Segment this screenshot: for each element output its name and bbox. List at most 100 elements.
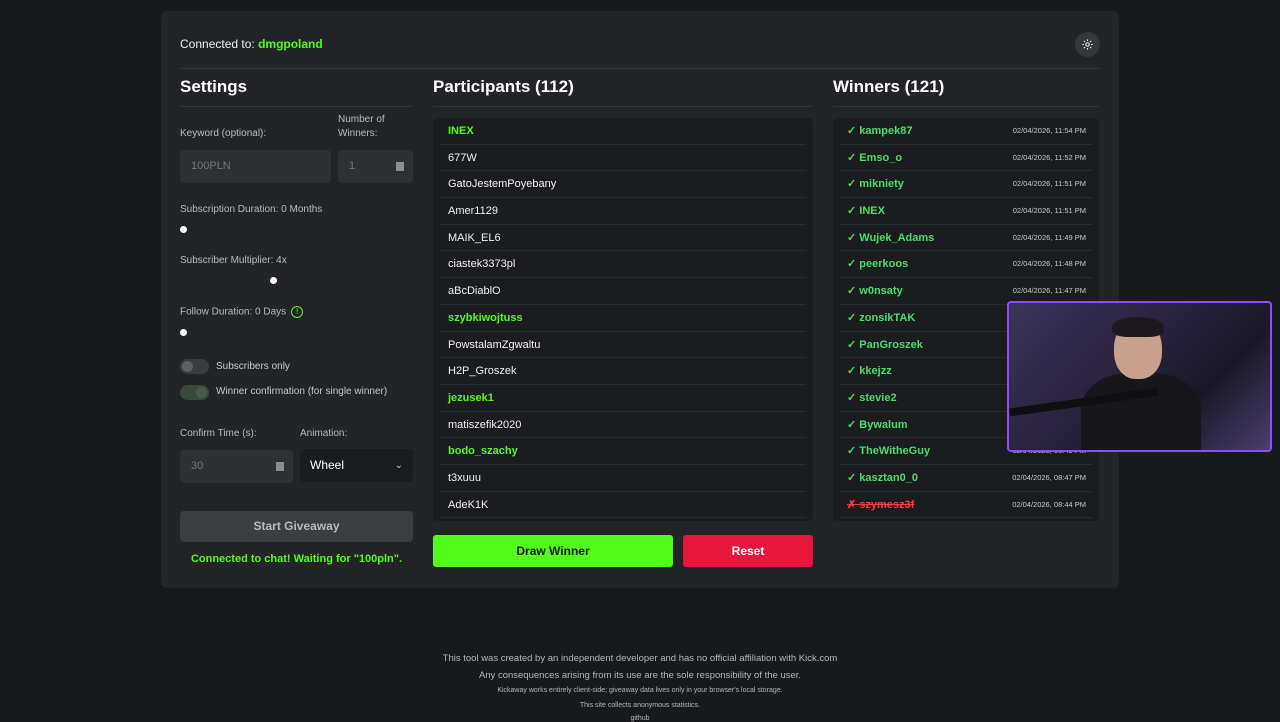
- subscribers-only-label: Subscribers only: [216, 361, 290, 372]
- channel-name: dmgpoland: [258, 37, 323, 51]
- info-icon[interactable]: !: [291, 306, 304, 318]
- winner-row: ✓ INEX 02/04/2026, 11:51 PM: [840, 198, 1092, 225]
- keyword-input[interactable]: 100PLN: [180, 150, 331, 183]
- participants-list[interactable]: INEX 677W GatoJestemPoyebany Amer1129 MAIK_E…: [433, 118, 813, 521]
- animation-label: Animation:: [300, 428, 348, 439]
- participant-row: Amer1129: [440, 198, 806, 225]
- winner-name: ✓ Emso_o: [847, 152, 902, 164]
- winner-username: kasztan0_0: [859, 471, 918, 484]
- winner-row: ✓ kampek87 02/04/2026, 11:54 PM: [840, 118, 1092, 145]
- confirm-time-placeholder: 30: [191, 460, 204, 472]
- winner-username: szymesz3f: [859, 498, 915, 511]
- settings-title: Settings: [180, 77, 413, 107]
- winner-username: Bywalum: [859, 418, 908, 431]
- check-icon: ✓: [847, 258, 857, 271]
- check-icon: ✓: [847, 365, 857, 378]
- winner-confirmation-toggle[interactable]: [180, 385, 209, 400]
- animation-select[interactable]: Wheel ⌄: [300, 449, 413, 482]
- winner-username: TheWitheGuy: [859, 445, 931, 458]
- winners-count-label-line1: Number of: [338, 114, 385, 125]
- footer-storage-note: Kickaway works entirely client-side; giv…: [497, 687, 783, 694]
- top-bar: Connected to: dmgpoland: [180, 11, 1100, 69]
- follow-duration-slider[interactable]: [180, 329, 187, 336]
- winner-name: ✓ kkejzz: [847, 365, 892, 377]
- streamer-body: [1081, 373, 1201, 450]
- winners-title: Winners (121): [833, 77, 1099, 107]
- winner-username: peerkoos: [859, 258, 909, 271]
- winner-username: Emso_o: [859, 151, 903, 164]
- winner-timestamp: 02/04/2026, 11:54 PM: [1012, 126, 1086, 135]
- winner-name: ✓ Bywalum: [847, 419, 908, 431]
- winner-username: PanGroszek: [859, 338, 923, 351]
- sub-duration-slider[interactable]: [180, 226, 187, 233]
- check-icon: ✓: [847, 471, 857, 484]
- check-icon: ✓: [847, 311, 857, 324]
- github-link[interactable]: github: [0, 715, 1280, 722]
- winner-name: ✓ kampek87: [847, 125, 913, 137]
- participant-row: szybkiwojtuss: [440, 305, 806, 332]
- participant-row: PowstalamZgwaltu: [440, 332, 806, 359]
- participant-row: ciastek3373pl: [440, 251, 806, 279]
- spinner-icon[interactable]: [276, 462, 284, 471]
- connection-status: Connected to: dmgpoland: [180, 37, 323, 51]
- winner-timestamp: 02/04/2026, 08:47 PM: [1012, 472, 1086, 482]
- participant-row: H2P_Groszek: [440, 358, 806, 385]
- participant-row: aBcDiablO: [440, 278, 806, 305]
- chat-status-text: Connected to chat! Waiting for "100pln".: [190, 553, 403, 565]
- winner-name: ✓ w0nsaty: [847, 285, 903, 297]
- participants-title: Participants (112): [433, 77, 813, 107]
- toggle-knob: [196, 387, 207, 398]
- winners-count-input[interactable]: 1: [338, 150, 413, 183]
- winner-timestamp: 02/04/2026, 11:52 PM: [1012, 152, 1086, 162]
- winner-username: w0nsaty: [859, 285, 903, 298]
- winner-timestamp: 02/04/2026, 11:48 PM: [1012, 259, 1086, 269]
- footer-stats-note: This site collects anonymous statistics.: [579, 702, 701, 709]
- follow-duration-label: Follow Duration: 0 Days: [180, 306, 287, 318]
- winner-confirmation-label: Winner confirmation (for single winner): [216, 386, 388, 397]
- winner-row: ✗ szymesz3f 02/04/2026, 08:44 PM: [840, 492, 1092, 519]
- multiplier-slider[interactable]: [270, 277, 278, 284]
- check-icon: ✓: [847, 205, 857, 218]
- winner-name: ✓ peerkoos: [847, 258, 908, 270]
- participant-row: AdeK1K: [440, 492, 806, 519]
- participants-section: Participants (112): [433, 77, 813, 107]
- winner-name: ✓ mikniety: [847, 178, 904, 190]
- participant-row: t3xuuu: [440, 465, 806, 492]
- footer-disclaimer: This tool was created by an independent …: [442, 653, 838, 664]
- draw-winner-button[interactable]: Draw Winner: [433, 535, 673, 567]
- reset-button[interactable]: Reset: [683, 535, 813, 567]
- winners-count-value: 1: [349, 160, 356, 172]
- settings-button[interactable]: [1075, 32, 1100, 57]
- winners-count-label-line2: Winners:: [338, 128, 378, 139]
- check-icon: ✓: [847, 445, 857, 458]
- winner-name: ✓ Wujek_Adams: [847, 232, 934, 244]
- participant-row: GatoJestemPoyebany: [440, 171, 806, 199]
- participant-row: INEX: [440, 118, 806, 145]
- winner-name: ✓ TheWitheGuy: [847, 445, 930, 457]
- winner-row: ✓ kasztan0_0 02/04/2026, 08:47 PM: [840, 465, 1092, 492]
- winner-username: stevie2: [859, 391, 897, 404]
- winner-username: kkejzz: [859, 365, 892, 378]
- footer-responsibility: Any consequences arising from its use ar…: [478, 670, 802, 681]
- start-giveaway-button[interactable]: Start Giveaway: [180, 511, 413, 542]
- cross-icon: ✗: [847, 498, 857, 511]
- confirm-time-input[interactable]: 30: [180, 450, 293, 483]
- winner-name: ✓ kasztan0_0: [847, 472, 918, 484]
- subscribers-only-toggle[interactable]: [180, 359, 209, 374]
- winner-username: zonsikTAK: [859, 311, 916, 324]
- winner-username: kampek87: [859, 125, 913, 137]
- confirm-time-label: Confirm Time (s):: [180, 428, 257, 439]
- participant-row: 677W: [440, 145, 806, 172]
- winner-name: ✓ zonsikTAK: [847, 312, 915, 324]
- winner-timestamp: 02/04/2026, 08:44 PM: [1012, 499, 1086, 509]
- connected-prefix: Connected to:: [180, 37, 255, 51]
- winner-name: ✓ PanGroszek: [847, 339, 923, 351]
- winners-section: Winners (121): [833, 77, 1099, 107]
- winner-timestamp: 02/04/2026, 11:51 PM: [1012, 206, 1086, 216]
- participant-row: bodo_szachy: [440, 438, 806, 465]
- check-icon: ✓: [847, 125, 857, 137]
- spinner-icon[interactable]: [396, 162, 404, 171]
- winner-row: ✓ Emso_o 02/04/2026, 11:52 PM: [840, 145, 1092, 172]
- participant-row: matiszefik2020: [440, 412, 806, 439]
- winner-timestamp: 02/04/2026, 11:49 PM: [1012, 232, 1086, 242]
